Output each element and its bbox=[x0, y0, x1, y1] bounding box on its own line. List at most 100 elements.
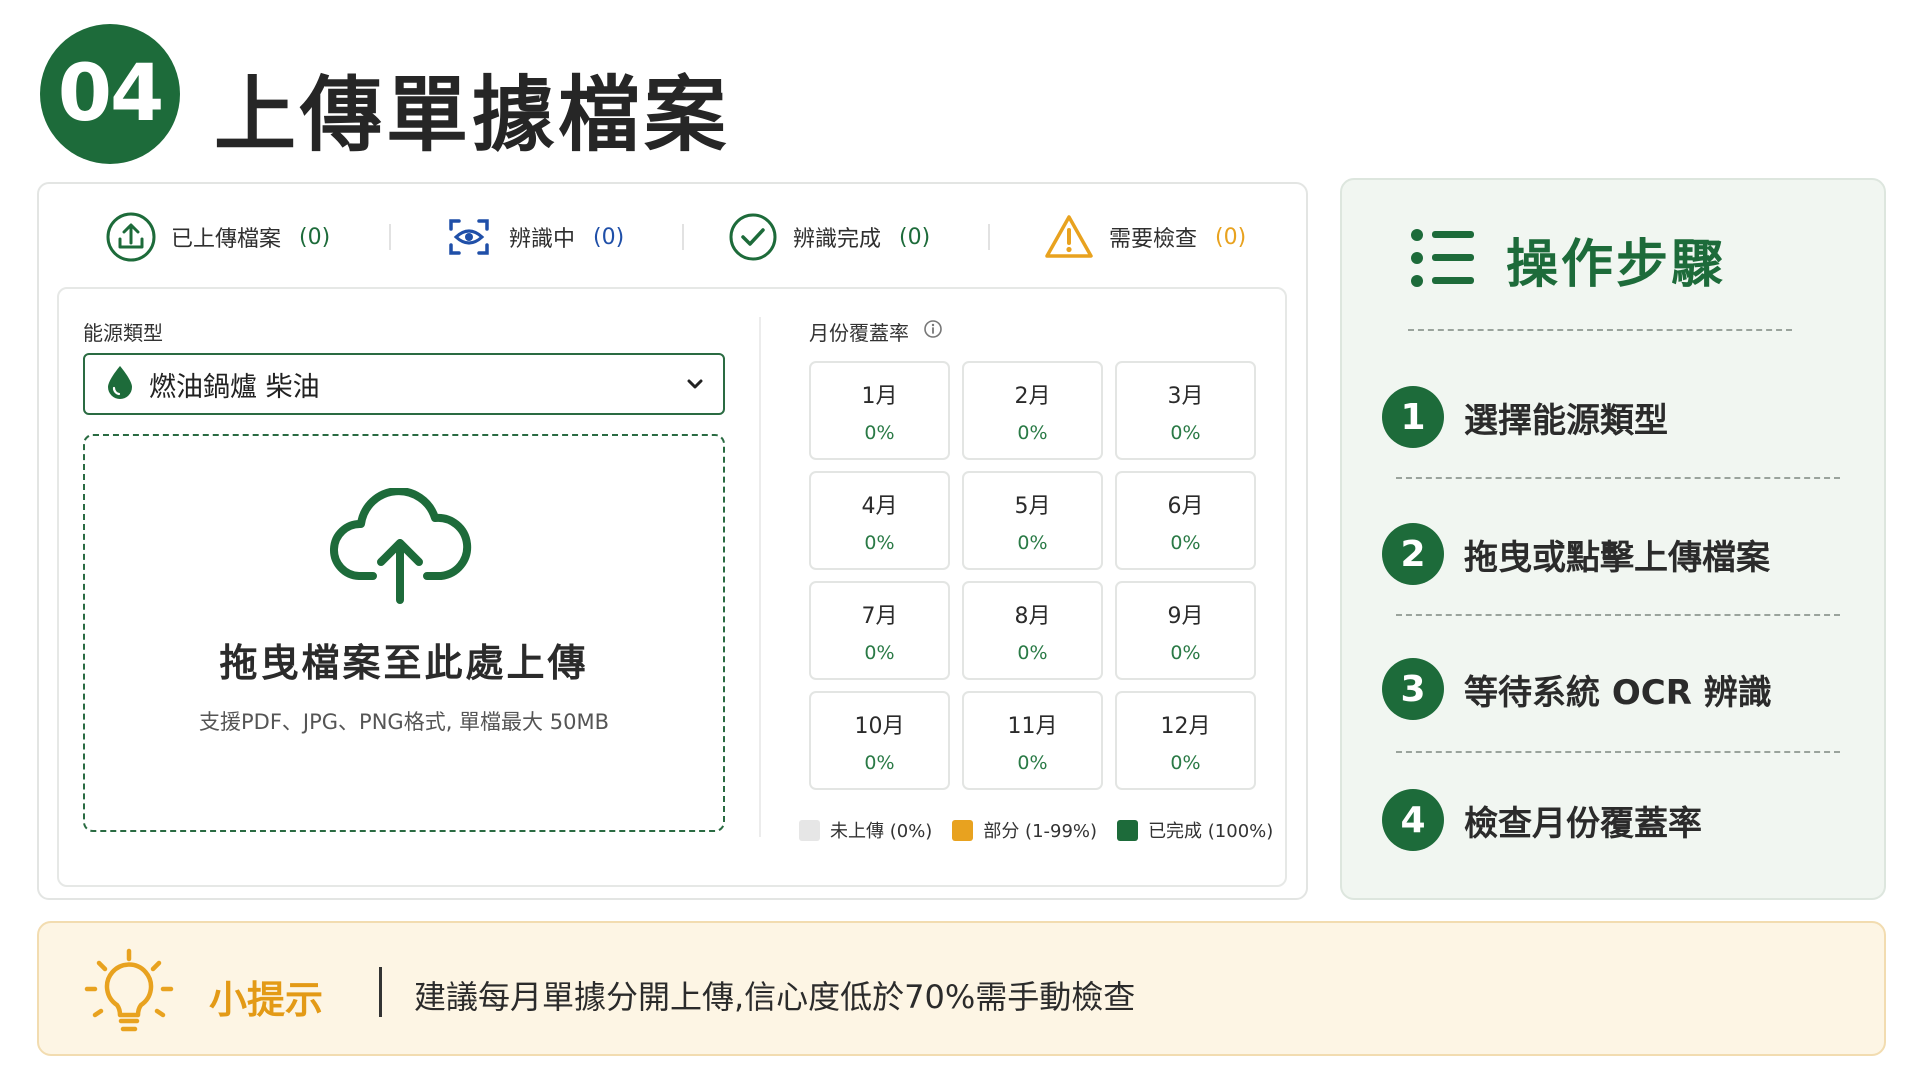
month-percent: 0% bbox=[1170, 641, 1201, 664]
step-text: 選擇能源類型 bbox=[1464, 400, 1668, 441]
status-recognizing[interactable]: 辨識中 (0) bbox=[443, 212, 624, 262]
legend-item: 已完成 (100%) bbox=[1117, 817, 1273, 843]
month-cell[interactable]: 12月 0% bbox=[1115, 691, 1256, 790]
coverage-legend: 未上傳 (0%) 部分 (1-99%) 已完成 (100%) bbox=[799, 817, 1283, 843]
divider bbox=[1396, 751, 1840, 753]
step-item: 1 選擇能源類型 bbox=[1382, 386, 1668, 448]
month-percent: 0% bbox=[1017, 751, 1048, 774]
legend-item: 未上傳 (0%) bbox=[799, 817, 932, 843]
tip-banner: 小提示 建議每月單據分開上傳,信心度低於70%需手動檢查 bbox=[37, 921, 1886, 1056]
steps-header: 操作步驟 bbox=[1410, 222, 1726, 297]
month-name: 6月 bbox=[1167, 493, 1204, 519]
step-text: 拖曳或點擊上傳檔案 bbox=[1464, 537, 1770, 578]
coverage-label: 月份覆蓋率 bbox=[809, 317, 943, 346]
upload-panel: 能源類型 燃油鍋爐 柴油 拖曳檔案至此處上傳 支援PDF、JPG、PNG格式, … bbox=[57, 287, 1287, 887]
legend-swatch bbox=[799, 819, 820, 841]
lightbulb-icon bbox=[81, 945, 177, 1045]
upload-card: 已上傳檔案 (0) 辨識中 (0) 辨識完成 (0) 需要檢查 (0) 能源類型… bbox=[37, 182, 1308, 900]
dropzone-title: 拖曳檔案至此處上傳 bbox=[219, 641, 589, 685]
month-name: 3月 bbox=[1167, 383, 1204, 409]
energy-type-select[interactable]: 燃油鍋爐 柴油 bbox=[83, 353, 725, 415]
month-name: 10月 bbox=[854, 713, 905, 739]
list-icon bbox=[1410, 227, 1476, 293]
month-name: 5月 bbox=[1014, 493, 1051, 519]
status-divider bbox=[988, 224, 990, 250]
chevron-down-icon[interactable] bbox=[685, 374, 705, 398]
month-cell[interactable]: 4月 0% bbox=[809, 471, 950, 570]
month-cell[interactable]: 2月 0% bbox=[962, 361, 1103, 460]
month-grid: 1月 0% 2月 0% 3月 0% 4月 0% 5月 0% 6月 0% 7月 0% 8月 0% … bbox=[809, 361, 1259, 790]
step-item: 2 拖曳或點擊上傳檔案 bbox=[1382, 523, 1770, 585]
step-text: 檢查月份覆蓋率 bbox=[1464, 803, 1702, 844]
step-number: 4 bbox=[1382, 789, 1444, 851]
step-number-badge: 04 bbox=[40, 24, 180, 164]
status-check-count: (0) bbox=[1215, 224, 1247, 250]
month-percent: 0% bbox=[864, 421, 895, 444]
oil-drop-icon bbox=[105, 364, 135, 404]
status-check-label: 需要檢查 bbox=[1109, 227, 1198, 252]
month-cell[interactable]: 6月 0% bbox=[1115, 471, 1256, 570]
month-cell[interactable]: 9月 0% bbox=[1115, 581, 1256, 680]
file-dropzone[interactable]: 拖曳檔案至此處上傳 支援PDF、JPG、PNG格式, 單檔最大 50MB bbox=[83, 434, 725, 832]
coverage-label-text: 月份覆蓋率 bbox=[809, 321, 909, 345]
month-percent: 0% bbox=[1170, 531, 1201, 554]
step-text: 等待系統 OCR 辨識 bbox=[1464, 672, 1772, 713]
month-name: 12月 bbox=[1160, 713, 1211, 739]
legend-label: 已完成 (100%) bbox=[1148, 821, 1274, 842]
status-check[interactable]: 需要檢查 (0) bbox=[1043, 212, 1246, 262]
steps-title: 操作步驟 bbox=[1506, 235, 1727, 295]
divider bbox=[1396, 614, 1840, 616]
month-cell[interactable]: 1月 0% bbox=[809, 361, 950, 460]
page-title: 上傳單據檔案 bbox=[214, 68, 731, 163]
status-divider bbox=[389, 224, 391, 250]
month-percent: 0% bbox=[1017, 421, 1048, 444]
status-uploaded-label: 已上傳檔案 bbox=[171, 227, 282, 252]
month-percent: 0% bbox=[1170, 751, 1201, 774]
month-name: 2月 bbox=[1014, 383, 1051, 409]
steps-panel: 操作步驟 1 選擇能源類型 2 拖曳或點擊上傳檔案 3 等待系統 OCR 辨識 … bbox=[1340, 178, 1886, 900]
tip-text: 建議每月單據分開上傳,信心度低於70%需手動檢查 bbox=[414, 978, 1136, 1016]
month-cell[interactable]: 5月 0% bbox=[962, 471, 1103, 570]
dropzone-subtitle: 支援PDF、JPG、PNG格式, 單檔最大 50MB bbox=[199, 710, 609, 734]
month-name: 11月 bbox=[1007, 713, 1058, 739]
upload-icon bbox=[105, 211, 157, 263]
month-cell[interactable]: 8月 0% bbox=[962, 581, 1103, 680]
month-percent: 0% bbox=[1017, 531, 1048, 554]
month-percent: 0% bbox=[864, 531, 895, 554]
legend-label: 未上傳 (0%) bbox=[830, 821, 933, 842]
status-done-count: (0) bbox=[899, 224, 931, 250]
month-cell[interactable]: 10月 0% bbox=[809, 691, 950, 790]
warning-icon bbox=[1043, 211, 1095, 263]
month-percent: 0% bbox=[1017, 641, 1048, 664]
check-circle-icon bbox=[727, 211, 779, 263]
divider bbox=[1396, 477, 1840, 479]
panel-divider bbox=[759, 317, 761, 837]
legend-swatch bbox=[1117, 819, 1139, 841]
info-icon[interactable] bbox=[923, 319, 943, 344]
month-cell[interactable]: 7月 0% bbox=[809, 581, 950, 680]
month-percent: 0% bbox=[1170, 421, 1201, 444]
tip-label: 小提示 bbox=[209, 978, 324, 1022]
month-cell[interactable]: 11月 0% bbox=[962, 691, 1103, 790]
month-cell[interactable]: 3月 0% bbox=[1115, 361, 1256, 460]
step-number: 3 bbox=[1382, 658, 1444, 720]
step-item: 4 檢查月份覆蓋率 bbox=[1382, 789, 1702, 851]
month-percent: 0% bbox=[864, 751, 895, 774]
month-name: 1月 bbox=[861, 383, 898, 409]
status-uploaded[interactable]: 已上傳檔案 (0) bbox=[105, 212, 330, 262]
status-recognizing-label: 辨識中 bbox=[509, 227, 576, 252]
month-name: 9月 bbox=[1167, 603, 1204, 629]
cloud-upload-icon bbox=[325, 487, 475, 612]
legend-label: 部分 (1-99%) bbox=[983, 821, 1098, 842]
tip-divider bbox=[379, 967, 382, 1017]
step-number: 1 bbox=[1382, 386, 1444, 448]
status-recognizing-count: (0) bbox=[593, 224, 625, 250]
month-percent: 0% bbox=[864, 641, 895, 664]
scan-eye-icon bbox=[443, 211, 495, 263]
legend-swatch bbox=[952, 819, 974, 841]
divider bbox=[1408, 329, 1792, 331]
energy-type-label: 能源類型 bbox=[83, 321, 163, 345]
month-name: 4月 bbox=[861, 493, 898, 519]
legend-item: 部分 (1-99%) bbox=[952, 817, 1097, 843]
status-done[interactable]: 辨識完成 (0) bbox=[727, 212, 930, 262]
